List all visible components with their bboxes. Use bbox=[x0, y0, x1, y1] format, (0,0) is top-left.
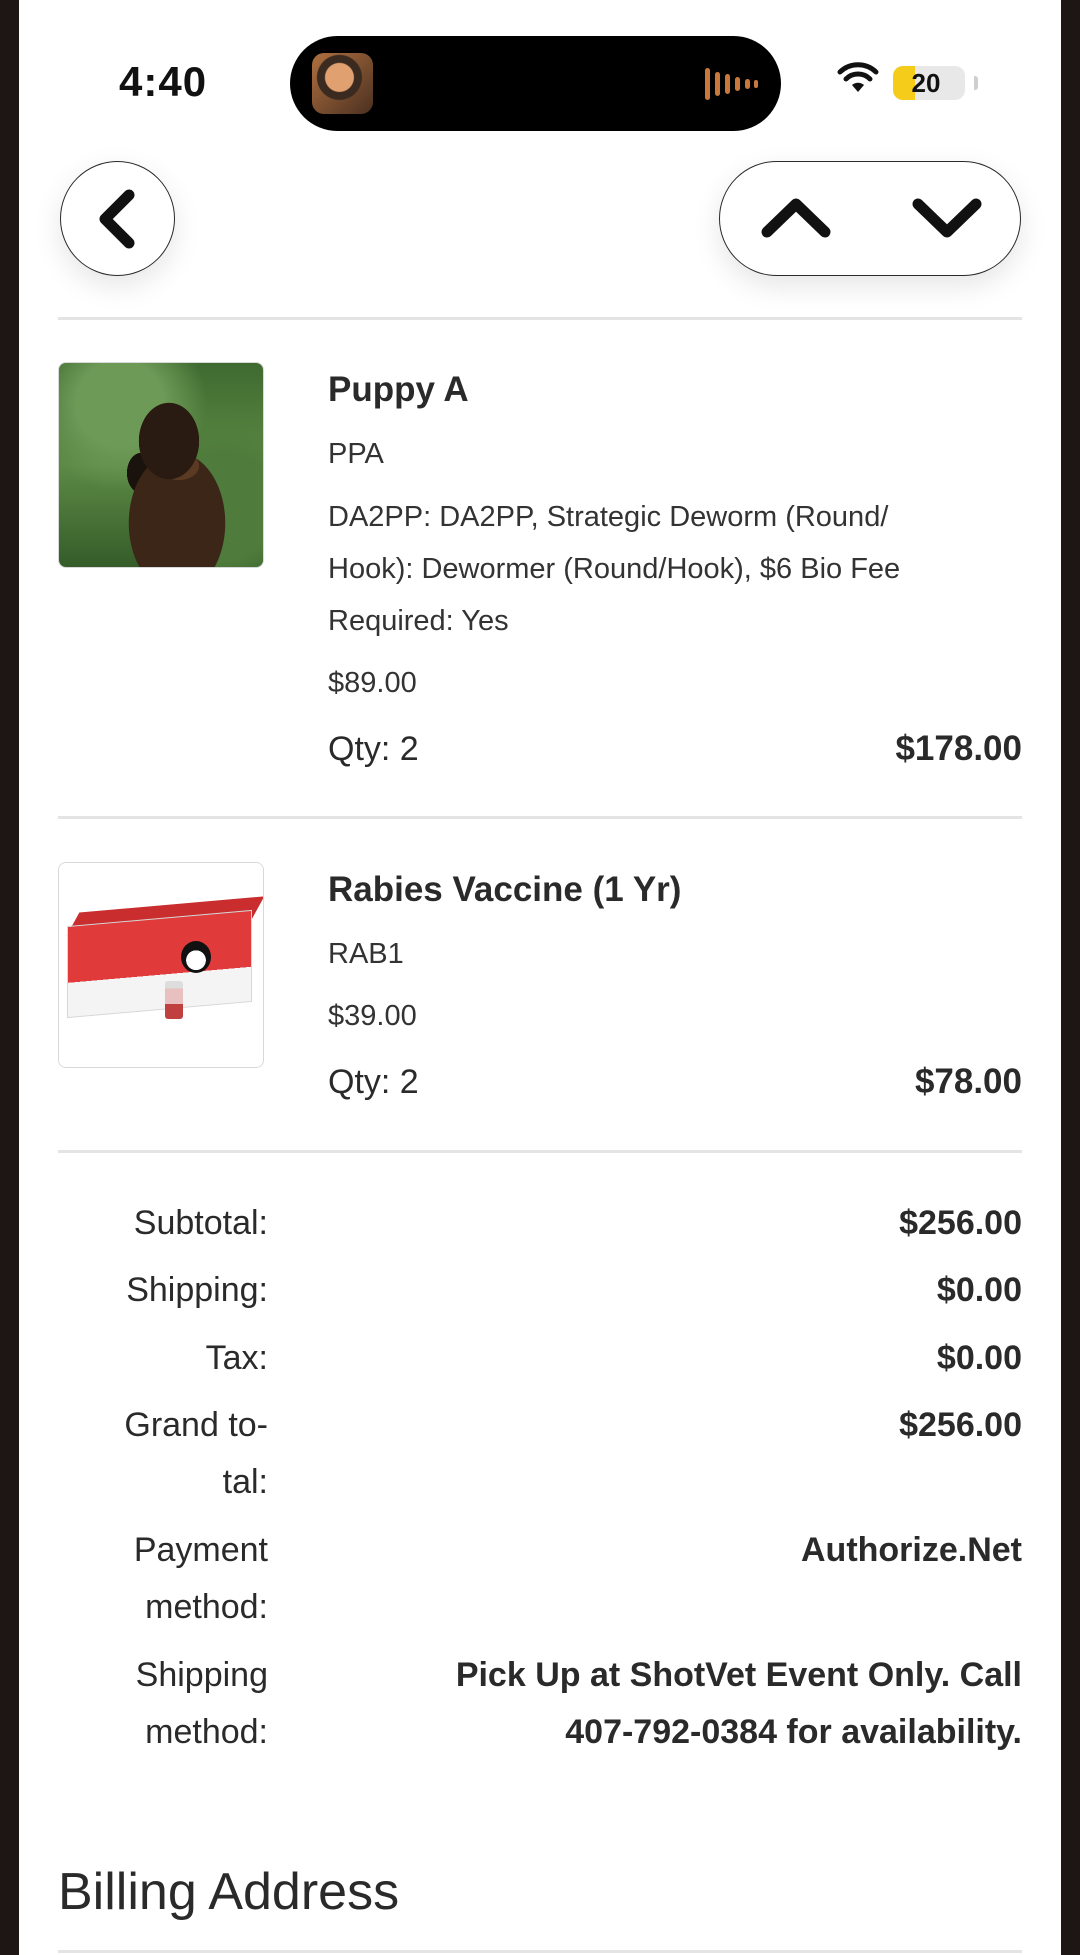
item-quantity: Qty: 2 bbox=[328, 1063, 419, 1101]
chevron-down-icon bbox=[912, 198, 981, 238]
shipping-method-label: method: bbox=[145, 1713, 268, 1751]
item-title[interactable]: Puppy A bbox=[328, 370, 469, 410]
shipping-method-value: 407-792-0384 for availability. bbox=[565, 1713, 1022, 1751]
chevron-up-icon bbox=[761, 198, 830, 238]
grand-total-value: $256.00 bbox=[899, 1406, 1022, 1444]
item-thumbnail[interactable] bbox=[58, 862, 264, 1068]
item-quantity: Qty: 2 bbox=[328, 730, 419, 768]
item-unit-price: $89.00 bbox=[328, 667, 417, 699]
shipping-value: $0.00 bbox=[936, 1271, 1022, 1309]
grand-total-label: tal: bbox=[222, 1463, 268, 1501]
tax-label: Tax: bbox=[205, 1339, 268, 1377]
item-sku: RAB1 bbox=[328, 938, 404, 970]
billing-address-heading: Billing Address bbox=[58, 1863, 400, 1921]
item-title[interactable]: Rabies Vaccine (1 Yr) bbox=[328, 870, 681, 910]
shipping-label: Shipping: bbox=[126, 1271, 268, 1309]
vaccine-photo bbox=[59, 863, 263, 1067]
order-detail-screen: 4:40 20 Puppy A PPA DA2PP: DA2PP, Strate… bbox=[19, 0, 1061, 1955]
back-button[interactable] bbox=[60, 161, 175, 276]
shipping-method-label: Shipping bbox=[135, 1656, 268, 1694]
item-options-line: Hook): Dewormer (Round/Hook), $6 Bio Fee bbox=[328, 553, 901, 585]
divider bbox=[58, 816, 1022, 819]
vial bbox=[165, 981, 183, 1019]
dynamic-island[interactable] bbox=[290, 36, 781, 131]
item-options-line: Required: Yes bbox=[328, 605, 509, 637]
prev-next-control bbox=[719, 161, 1021, 276]
item-sku: PPA bbox=[328, 438, 384, 470]
wifi-icon bbox=[837, 62, 879, 92]
dog-face bbox=[181, 941, 211, 973]
divider bbox=[58, 317, 1022, 320]
previous-button[interactable] bbox=[720, 162, 871, 274]
battery-icon: 20 bbox=[893, 66, 965, 100]
item-line-total: $178.00 bbox=[895, 729, 1022, 768]
tax-value: $0.00 bbox=[936, 1339, 1022, 1377]
battery-nub bbox=[974, 76, 978, 90]
box-front bbox=[67, 909, 252, 1019]
battery-percent: 20 bbox=[911, 68, 941, 98]
audio-wave-icon bbox=[705, 68, 758, 100]
shipping-method-value: Pick Up at ShotVet Event Only. Call bbox=[455, 1656, 1022, 1694]
subtotal-label: Subtotal: bbox=[133, 1204, 268, 1242]
chevron-left-icon bbox=[99, 189, 134, 248]
divider bbox=[58, 1150, 1022, 1153]
item-options-line: DA2PP: DA2PP, Strategic Deworm (Round/ bbox=[328, 501, 889, 533]
divider bbox=[58, 1950, 1022, 1953]
subtotal-value: $256.00 bbox=[899, 1204, 1022, 1242]
payment-method-label: method: bbox=[145, 1588, 268, 1626]
puppy-photo bbox=[59, 363, 263, 567]
item-thumbnail[interactable] bbox=[58, 362, 264, 568]
payment-method-label: Payment bbox=[133, 1531, 268, 1569]
item-line-total: $78.00 bbox=[914, 1062, 1022, 1101]
next-button[interactable] bbox=[871, 162, 1022, 274]
status-time: 4:40 bbox=[119, 58, 208, 105]
grand-total-label: Grand to- bbox=[124, 1406, 268, 1444]
payment-method-value: Authorize.Net bbox=[801, 1531, 1022, 1569]
now-playing-art bbox=[312, 53, 373, 114]
item-unit-price: $39.00 bbox=[328, 1000, 417, 1032]
